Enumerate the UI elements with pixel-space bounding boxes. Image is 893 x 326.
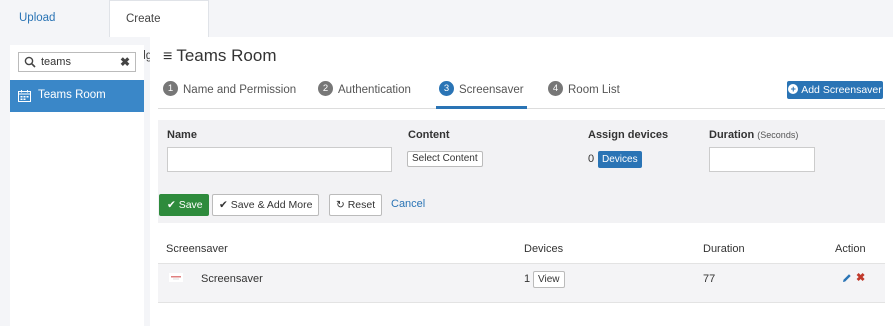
header-action: Action xyxy=(835,243,866,255)
device-count: 0 xyxy=(588,153,595,165)
sidebar: teams ✖ Teams Room xyxy=(10,45,144,326)
tab-name-and-permission[interactable]: 1 Name and Permission xyxy=(163,77,296,109)
main-panel: ≡ Teams Room 1 Name and Permission 2 Authen… xyxy=(150,37,893,326)
save-and-add-more-button[interactable]: ✔ Save & Add More xyxy=(212,194,320,216)
tab-authentication[interactable]: 2 Authentication xyxy=(318,77,411,109)
select-content-button[interactable]: Select Content xyxy=(407,151,483,167)
menu-icon: ≡ xyxy=(163,48,173,65)
step-number: 2 xyxy=(318,81,333,97)
step-number: 1 xyxy=(163,81,178,97)
duration-value: 77 xyxy=(703,273,716,285)
duration-unit: (Seconds) xyxy=(757,130,799,140)
clear-search-icon[interactable]: ✖ xyxy=(120,55,130,69)
plus-icon: + xyxy=(788,84,799,95)
add-screensaver-label: Add Screensaver xyxy=(801,84,882,96)
calendar-icon xyxy=(18,90,31,102)
view-button[interactable]: View xyxy=(533,271,565,288)
search-value: teams xyxy=(41,56,71,68)
save-button[interactable]: ✔ Save xyxy=(159,194,209,216)
screensaver-name: Screensaver xyxy=(201,273,263,285)
duration-label-text: Duration xyxy=(709,129,755,141)
name-field[interactable] xyxy=(167,147,392,172)
reset-button[interactable]: ↻ Reset xyxy=(329,194,383,216)
header-duration: Duration xyxy=(703,243,745,255)
top-tab-bar: Upload Content Create Widget xyxy=(0,0,893,62)
search-icon xyxy=(24,56,36,68)
screensaver-thumbnail xyxy=(169,273,183,282)
reset-label: Reset xyxy=(347,199,376,211)
assign-devices-label: Assign devices xyxy=(588,129,669,141)
check-icon: ✔ xyxy=(219,199,231,211)
tab-upload-content[interactable]: Upload Content xyxy=(3,0,107,61)
refresh-icon: ↻ xyxy=(336,199,348,211)
add-screensaver-button[interactable]: + Add Screensaver xyxy=(787,81,883,99)
content-label: Content xyxy=(408,129,450,141)
step-number: 3 xyxy=(439,81,454,97)
table-row: Screensaver 1 View 77 ✖ xyxy=(158,263,885,303)
step-label: Authentication xyxy=(338,84,411,96)
search-input[interactable]: teams ✖ xyxy=(18,52,136,72)
pencil-icon[interactable] xyxy=(842,273,852,283)
tab-create-widget[interactable]: Create Widget xyxy=(109,0,209,62)
step-number: 4 xyxy=(548,81,563,97)
page-title: ≡ Teams Room xyxy=(163,46,276,66)
delete-icon[interactable]: ✖ xyxy=(856,271,865,284)
header-screensaver: Screensaver xyxy=(166,243,228,255)
step-label: Name and Permission xyxy=(183,84,297,96)
devices-button[interactable]: Devices xyxy=(598,151,642,168)
step-label: Screensaver xyxy=(459,84,524,96)
save-label: Save xyxy=(178,199,203,211)
page-title-text: Teams Room xyxy=(176,46,277,65)
header-devices: Devices xyxy=(524,243,564,255)
tab-screensaver[interactable]: 3 Screensaver xyxy=(436,77,527,109)
duration-label: Duration (Seconds) xyxy=(709,129,798,141)
step-tabs: 1 Name and Permission 2 Authentication 3 Sc… xyxy=(158,77,885,109)
step-label: Room List xyxy=(568,84,620,96)
check-icon: ✔ xyxy=(167,199,179,211)
save-add-more-label: Save & Add More xyxy=(230,199,313,211)
duration-field[interactable] xyxy=(709,147,815,172)
sidebar-item-teams-room[interactable]: Teams Room xyxy=(10,80,144,112)
name-label: Name xyxy=(167,129,197,141)
sidebar-item-label: Teams Room xyxy=(38,89,106,101)
devices-count: 1 xyxy=(524,273,531,285)
cancel-link[interactable]: Cancel xyxy=(391,198,425,210)
tab-room-list[interactable]: 4 Room List xyxy=(548,77,620,109)
